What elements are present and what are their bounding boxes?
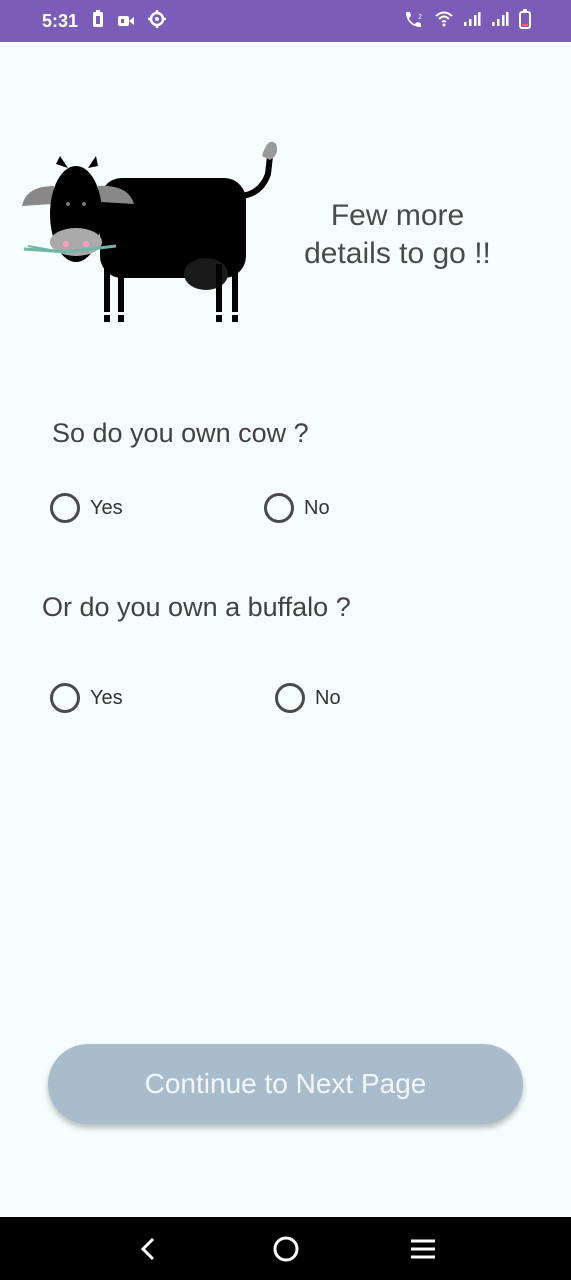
back-icon[interactable] bbox=[124, 1224, 174, 1274]
svg-text:2: 2 bbox=[418, 14, 422, 21]
radio-cow-yes[interactable]: Yes bbox=[50, 493, 123, 523]
signal-icon bbox=[491, 11, 509, 32]
battery-saver-icon bbox=[92, 9, 104, 33]
status-bar-left: 5:31 bbox=[42, 9, 167, 33]
radio-buffalo-yes[interactable]: Yes bbox=[50, 683, 123, 713]
question-buffalo: Or do you own a buffalo ? bbox=[42, 592, 351, 622]
radio-buffalo-yes-label: Yes bbox=[90, 686, 123, 709]
radio-button-icon[interactable] bbox=[50, 493, 80, 523]
radio-cow-no-label: No bbox=[304, 496, 330, 519]
question-cow: So do you own cow ? bbox=[52, 418, 309, 448]
status-time: 5:31 bbox=[42, 10, 79, 31]
main-content: Few more details to go !! So do you own … bbox=[0, 42, 571, 1217]
home-icon[interactable] bbox=[261, 1224, 311, 1274]
cow-illustration bbox=[22, 141, 278, 322]
menu-icon[interactable] bbox=[398, 1224, 448, 1274]
continue-button[interactable]: Continue to Next Page bbox=[48, 1044, 523, 1124]
battery-icon bbox=[519, 8, 531, 34]
status-bar: 5:31 2 bbox=[0, 0, 571, 42]
radio-button-icon[interactable] bbox=[275, 683, 305, 713]
settings-icon bbox=[148, 9, 167, 33]
navigation-bar bbox=[0, 1217, 571, 1280]
signal-icon bbox=[463, 11, 481, 32]
radio-button-icon[interactable] bbox=[50, 683, 80, 713]
radio-buffalo-no[interactable]: No bbox=[275, 683, 341, 713]
wifi-icon bbox=[435, 11, 453, 32]
volte-call-icon: 2 bbox=[403, 10, 425, 33]
radio-cow-no[interactable]: No bbox=[264, 493, 330, 523]
status-bar-right: 2 bbox=[403, 8, 531, 34]
radio-button-icon[interactable] bbox=[264, 493, 294, 523]
radio-buffalo-no-label: No bbox=[315, 686, 341, 709]
video-icon bbox=[118, 11, 135, 32]
hero-heading: Few more details to go !! bbox=[304, 199, 491, 270]
radio-cow-yes-label: Yes bbox=[90, 496, 123, 519]
